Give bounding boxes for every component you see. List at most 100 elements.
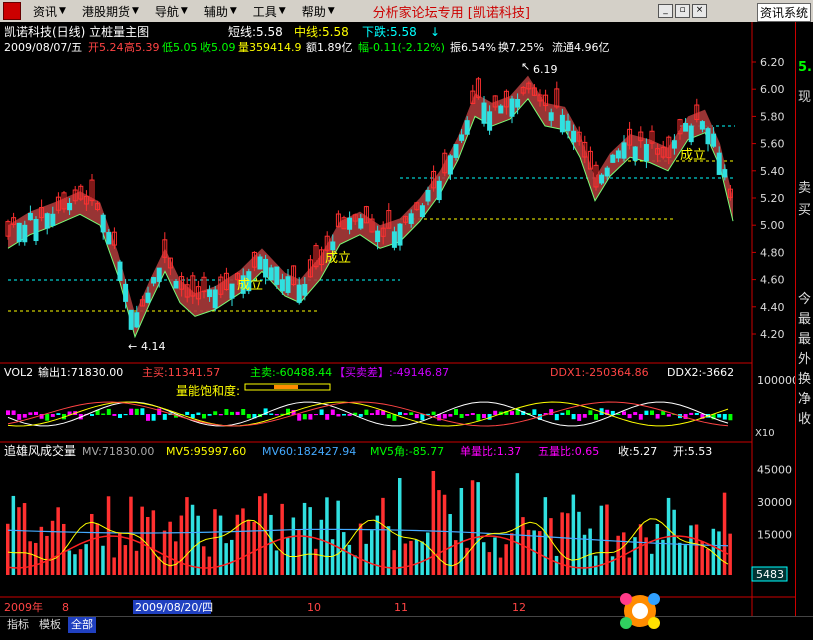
candle-body: [263, 258, 269, 278]
vol2-bar: [722, 414, 727, 420]
signal-label-3: 成立: [680, 148, 706, 163]
vol2-bar: [6, 410, 10, 415]
main-title: 凯诺科技(日线) 立桩量主图: [4, 24, 149, 39]
candle-body: [509, 98, 515, 117]
menu-item-assist[interactable]: 辅助 ▼: [196, 3, 245, 20]
volume-bar: [476, 482, 480, 575]
restore-icon[interactable]: ▫: [675, 4, 690, 18]
candle-body: [397, 223, 403, 246]
tab-templates[interactable]: 模板: [36, 617, 64, 633]
vol2-bar: [118, 414, 122, 418]
vol2-bar: [454, 409, 458, 415]
info-system-button[interactable]: 资讯系统: [756, 3, 811, 22]
chevron-down-icon: ▼: [59, 6, 66, 16]
vol2-bar: [448, 414, 453, 417]
menu-item-hk-futures[interactable]: 港股期货 ▼: [74, 3, 147, 20]
quote-side-panel: 5. 现 卖 买 今 最 最 外 换 净 收: [795, 22, 813, 616]
tab-indicators[interactable]: 指标: [4, 617, 32, 633]
close-icon[interactable]: ×: [692, 4, 707, 18]
volume-bar: [582, 534, 587, 575]
menu-item-navigation[interactable]: 导航 ▼: [147, 3, 196, 20]
candle-body: [515, 98, 521, 108]
volume-bar: [123, 545, 128, 575]
vol2-bar: [146, 414, 150, 421]
menu-item-help[interactable]: 帮助 ▼: [294, 3, 343, 20]
range-label: 幅-0.11(-2.12%): [358, 41, 445, 54]
candle-body: [285, 276, 291, 293]
volume-bar: [347, 544, 352, 575]
vol2-bar: [638, 414, 643, 420]
candle-body: [425, 189, 431, 202]
vol2-bar: [269, 413, 274, 415]
volume-bar: [308, 507, 312, 575]
menu-item-info[interactable]: 资讯 ▼: [25, 3, 74, 20]
volume-bar: [633, 537, 637, 575]
candle-body: [296, 284, 302, 303]
candle-body: [128, 309, 134, 330]
volume-bar: [398, 478, 402, 575]
signal-label-2: 成立: [325, 251, 351, 266]
chevron-down-icon: ▼: [278, 6, 286, 16]
minimize-icon[interactable]: _: [658, 4, 673, 18]
candle-body: [279, 279, 285, 292]
vol2-bar: [112, 414, 117, 416]
volume-bar: [594, 555, 598, 575]
volume-bar: [571, 494, 576, 575]
candle-body: [548, 112, 554, 121]
volume-bar: [515, 473, 520, 575]
candle-body: [67, 202, 73, 211]
candle-body: [610, 154, 616, 163]
vol2-ddx2: DDX2:-3662: [667, 366, 734, 379]
candle-body: [212, 289, 218, 309]
mid-line-value: 中线:5.58: [294, 24, 349, 39]
price-tick-label: 4.40: [760, 301, 785, 314]
tab-all[interactable]: 全部: [68, 617, 96, 633]
vol2-bar: [728, 414, 733, 421]
candle-body: [27, 212, 33, 221]
vol2-bar: [297, 414, 302, 421]
vol2-ddx1: DDX1:-250364.86: [550, 366, 649, 379]
vol2-bar: [213, 411, 218, 415]
stock-chart[interactable]: 凯诺科技(日线) 立桩量主图 短线:5.58 中线:5.58 下跌:5.58 ↓…: [0, 22, 795, 616]
vol2-bar: [717, 414, 722, 418]
volume-bar: [364, 543, 368, 575]
vol2-bar: [655, 414, 660, 419]
volume-bar: [179, 515, 184, 575]
vol2-bar: [409, 412, 414, 415]
vol2-bar: [689, 412, 694, 415]
vol2-bar: [151, 414, 156, 421]
vol2-bar: [398, 412, 402, 415]
vol2-bar: [336, 414, 341, 417]
date-label: 2009/08/07/五: [4, 41, 82, 54]
vol2-bar: [358, 414, 363, 417]
volume-bar: [683, 545, 688, 575]
volume-bar: [655, 524, 660, 575]
candle-body: [604, 167, 610, 177]
chevron-down-icon: ▼: [131, 6, 139, 16]
vol2-bar: [28, 412, 33, 415]
price-tick-label: 5.20: [760, 192, 785, 205]
volume-bar: [34, 542, 38, 575]
vol2-bar: [246, 414, 251, 419]
volume-bar: [291, 517, 296, 575]
vol2-bar: [622, 411, 626, 415]
vol2-bar: [45, 414, 50, 421]
candle-body: [391, 231, 397, 248]
app-icon[interactable]: [3, 2, 21, 20]
volume-bar: [162, 530, 167, 575]
vol2-bar: [403, 413, 408, 415]
volume-bar: [482, 542, 486, 575]
menu-item-tools[interactable]: 工具 ▼: [245, 3, 294, 20]
volume-bar: [689, 525, 693, 575]
price-tick-label: 5.40: [760, 165, 785, 178]
volume-bar: [314, 548, 318, 575]
lower-name: 追雄风成交量: [4, 443, 76, 458]
turnover-label: 换7.25%: [498, 40, 544, 54]
candle-body: [447, 155, 453, 175]
vol2-bar: [134, 408, 139, 415]
vol2-sell: 主卖:-60488.44: [250, 366, 332, 379]
volume-bar: [84, 544, 88, 575]
volume-bar: [672, 509, 676, 575]
vol2-bar: [218, 414, 223, 416]
candle-body: [207, 289, 213, 298]
